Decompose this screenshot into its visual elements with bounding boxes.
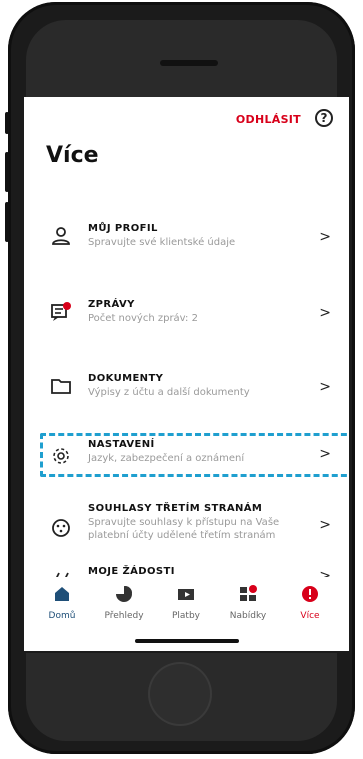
menu-item-subtitle: Výpisy z účtu a další dokumenty: [88, 387, 250, 398]
menu-item-third-party-consents[interactable]: SOUHLASY TŘETÍM STRANÁM Spravujte souhla…: [24, 493, 349, 561]
tab-label: Platby: [171, 611, 200, 621]
payments-icon: [178, 589, 194, 600]
chevron-right-icon: >: [319, 379, 331, 395]
tab-offers[interactable]: Nabídky: [218, 585, 278, 621]
logout-button[interactable]: ODHLÁSIT: [236, 113, 301, 126]
menu-item-subtitle-line1: Spravujte souhlasy k přístupu na Vaše: [88, 517, 280, 528]
tab-home[interactable]: Domů: [32, 585, 92, 621]
mute-switch: [5, 112, 9, 134]
folder-icon: [51, 379, 71, 394]
chevron-right-icon: >: [319, 229, 331, 245]
tab-overview[interactable]: Přehledy: [94, 585, 154, 621]
selection-highlight: [40, 433, 349, 477]
home-indicator: [135, 639, 239, 643]
tab-label: Nabídky: [229, 611, 267, 621]
chevron-right-icon: >: [319, 305, 331, 321]
chevron-right-icon: >: [319, 517, 331, 533]
menu-item-title: ZPRÁVY: [88, 299, 135, 310]
help-icon[interactable]: ?: [315, 109, 333, 127]
menu-item-title: SOUHLASY TŘETÍM STRANÁM: [88, 503, 263, 514]
menu-item-documents[interactable]: DOKUMENTY Výpisy z účtu a další dokument…: [24, 359, 349, 419]
menu-item-title: MŮJ PROFIL: [88, 223, 158, 234]
menu-item-profile[interactable]: MŮJ PROFIL Spravujte své klientské údaje…: [24, 209, 349, 269]
menu-item-messages[interactable]: ZPRÁVY Počet nových zpráv: 2 >: [24, 285, 349, 345]
home-icon: [55, 587, 69, 601]
consent-icon: [52, 519, 70, 537]
tab-label: Domů: [48, 611, 76, 621]
menu-item-title: MOJE ŽÁDOSTI: [88, 566, 175, 577]
messages-icon: [51, 302, 71, 321]
bottom-tab-bar: Domů Přehledy Platby Nabídky Více: [24, 577, 349, 637]
menu-item-title: DOKUMENTY: [88, 373, 164, 384]
home-button[interactable]: [148, 662, 212, 726]
overview-icon: [116, 586, 132, 602]
user-icon: [52, 227, 70, 245]
tab-payments[interactable]: Platby: [156, 585, 216, 621]
offers-icon: [240, 585, 257, 601]
tab-more[interactable]: Více: [280, 585, 340, 621]
more-icon: [302, 586, 318, 602]
tab-label: Více: [300, 611, 320, 621]
menu-item-subtitle: Počet nových zpráv: 2: [88, 313, 198, 324]
menu-item-subtitle-line2: platební účty udělené třetím stranám: [88, 530, 276, 541]
app-screen: ODHLÁSIT ? Více MŮJ PROFIL Spravujte své…: [24, 97, 349, 651]
volume-up-button: [5, 152, 9, 192]
tab-label: Přehledy: [104, 611, 144, 621]
page-title: Více: [46, 143, 99, 168]
menu-item-subtitle: Spravujte své klientské údaje: [88, 237, 236, 248]
volume-down-button: [5, 202, 9, 242]
speaker-grille: [160, 60, 218, 66]
